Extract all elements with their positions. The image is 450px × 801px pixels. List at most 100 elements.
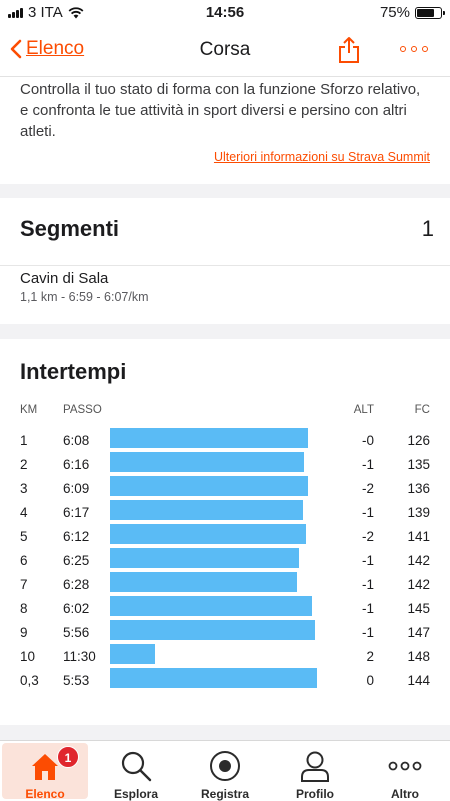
segment-name: Cavin di Sala — [20, 270, 109, 287]
more-dot-icon — [422, 46, 428, 52]
segment-item[interactable]: Cavin di Sala 1,1 km - 6:59 - 6:07/km — [20, 268, 430, 316]
split-pace-bar — [110, 548, 299, 568]
split-pace: 6:08 — [63, 433, 90, 448]
split-row: 0,3 5:53 0 144 — [0, 668, 450, 692]
split-hr: 126 — [407, 433, 430, 448]
tab-registra[interactable]: Registra — [182, 743, 268, 801]
split-row: 7 6:28 -1 142 — [0, 572, 450, 596]
split-hr: 135 — [407, 457, 430, 472]
segments-title: Segmenti — [20, 216, 120, 241]
split-row: 3 6:09 -2 136 — [0, 476, 450, 500]
split-km: 8 — [20, 601, 28, 616]
more-button[interactable] — [400, 46, 428, 52]
split-pace-bar — [110, 500, 303, 520]
split-alt: -1 — [361, 505, 374, 520]
split-row: 5 6:12 -2 141 — [0, 524, 450, 548]
battery-icon — [415, 6, 445, 19]
split-hr: 141 — [407, 529, 430, 544]
split-pace: 6:09 — [63, 481, 90, 496]
header-hr: FC — [414, 404, 430, 416]
split-km: 4 — [20, 505, 28, 520]
split-km: 10 — [20, 649, 36, 664]
split-km: 9 — [20, 625, 28, 640]
tab-label: Registra — [200, 787, 250, 801]
split-km: 0,3 — [20, 673, 39, 688]
split-pace: 11:30 — [63, 649, 96, 664]
tab-altro[interactable]: Altro — [362, 743, 448, 801]
tab-esplora[interactable]: Esplora — [93, 743, 179, 801]
split-hr: 142 — [407, 553, 430, 568]
split-km: 2 — [20, 457, 28, 472]
split-alt: -0 — [361, 433, 374, 448]
split-pace-bar — [110, 620, 315, 640]
split-pace: 6:17 — [63, 505, 90, 520]
split-pace-bar — [110, 524, 306, 544]
more-dot-icon — [400, 46, 406, 52]
split-hr: 144 — [407, 673, 430, 688]
split-row: 2 6:16 -1 135 — [0, 452, 450, 476]
split-pace: 6:12 — [63, 529, 90, 544]
split-alt: -2 — [361, 481, 374, 496]
header-alt: ALT — [353, 404, 374, 416]
segment-meta: 1,1 km - 6:59 - 6:07/km — [20, 290, 149, 304]
split-alt: 0 — [366, 673, 374, 688]
split-km: 3 — [20, 481, 28, 496]
split-pace: 6:02 — [63, 601, 90, 616]
split-row: 1 6:08 -0 126 — [0, 428, 450, 452]
split-pace-bar — [110, 668, 317, 688]
split-hr: 147 — [407, 625, 430, 640]
split-row: 4 6:17 -1 139 — [0, 500, 450, 524]
more-dot-icon — [411, 46, 417, 52]
share-icon — [339, 37, 359, 63]
split-km: 1 — [20, 433, 28, 448]
split-pace-bar — [110, 452, 304, 472]
split-km: 5 — [20, 529, 28, 544]
split-pace-bar — [110, 644, 155, 664]
tab-label: Altro — [391, 787, 419, 801]
segments-card: Segmenti 1 Cavin di Sala 1,1 km - 6:59 -… — [0, 198, 450, 324]
tab-bar: 1 Elenco Esplora Registra Profilo Altro — [0, 740, 450, 801]
split-pace: 5:56 — [63, 625, 90, 640]
split-pace: 6:16 — [63, 457, 90, 472]
split-pace-bar — [110, 476, 308, 496]
split-pace: 5:53 — [63, 673, 90, 688]
split-pace: 6:28 — [63, 577, 90, 592]
header-pace: PASSO — [63, 404, 102, 416]
segments-count: 1 — [421, 216, 434, 241]
split-pace-bar — [110, 572, 297, 592]
summit-promo-card: Controlla il tuo stato di forma con la f… — [0, 77, 450, 184]
tab-profilo[interactable]: Profilo — [272, 743, 358, 801]
split-row: 10 11:30 2 148 — [0, 644, 450, 668]
split-hr: 139 — [407, 505, 430, 520]
split-pace-bar — [110, 596, 312, 616]
split-alt: -2 — [361, 529, 374, 544]
tab-elenco[interactable]: 1 Elenco — [2, 743, 88, 801]
more-icon — [388, 761, 422, 771]
tab-label: Esplora — [113, 787, 158, 801]
battery-percent: 75% — [379, 4, 410, 21]
split-pace-bar — [110, 428, 308, 448]
back-button[interactable]: Elenco — [10, 38, 84, 60]
nav-bar: Elenco Corsa — [0, 26, 450, 77]
status-bar: 3 ITA 14:56 75% — [0, 0, 450, 26]
search-icon — [121, 751, 152, 782]
split-alt: -1 — [361, 601, 374, 616]
split-alt: -1 — [361, 553, 374, 568]
divider — [0, 265, 450, 266]
split-alt: 2 — [366, 649, 374, 664]
notification-badge: 1 — [57, 746, 79, 768]
split-hr: 145 — [407, 601, 430, 616]
share-button[interactable] — [338, 36, 360, 69]
split-row: 6 6:25 -1 142 — [0, 548, 450, 572]
split-alt: -1 — [361, 577, 374, 592]
split-km: 6 — [20, 553, 28, 568]
profile-icon — [301, 751, 329, 782]
split-km: 7 — [20, 577, 28, 592]
summit-description: Controlla il tuo stato di forma con la f… — [20, 81, 421, 140]
split-hr: 148 — [407, 649, 430, 664]
splits-title: Intertempi — [20, 359, 127, 384]
tab-label: Elenco — [25, 787, 65, 801]
summit-info-link[interactable]: Ulteriori informazioni su Strava Summit — [214, 150, 430, 164]
split-alt: -1 — [361, 625, 374, 640]
header-km: KM — [20, 404, 38, 416]
